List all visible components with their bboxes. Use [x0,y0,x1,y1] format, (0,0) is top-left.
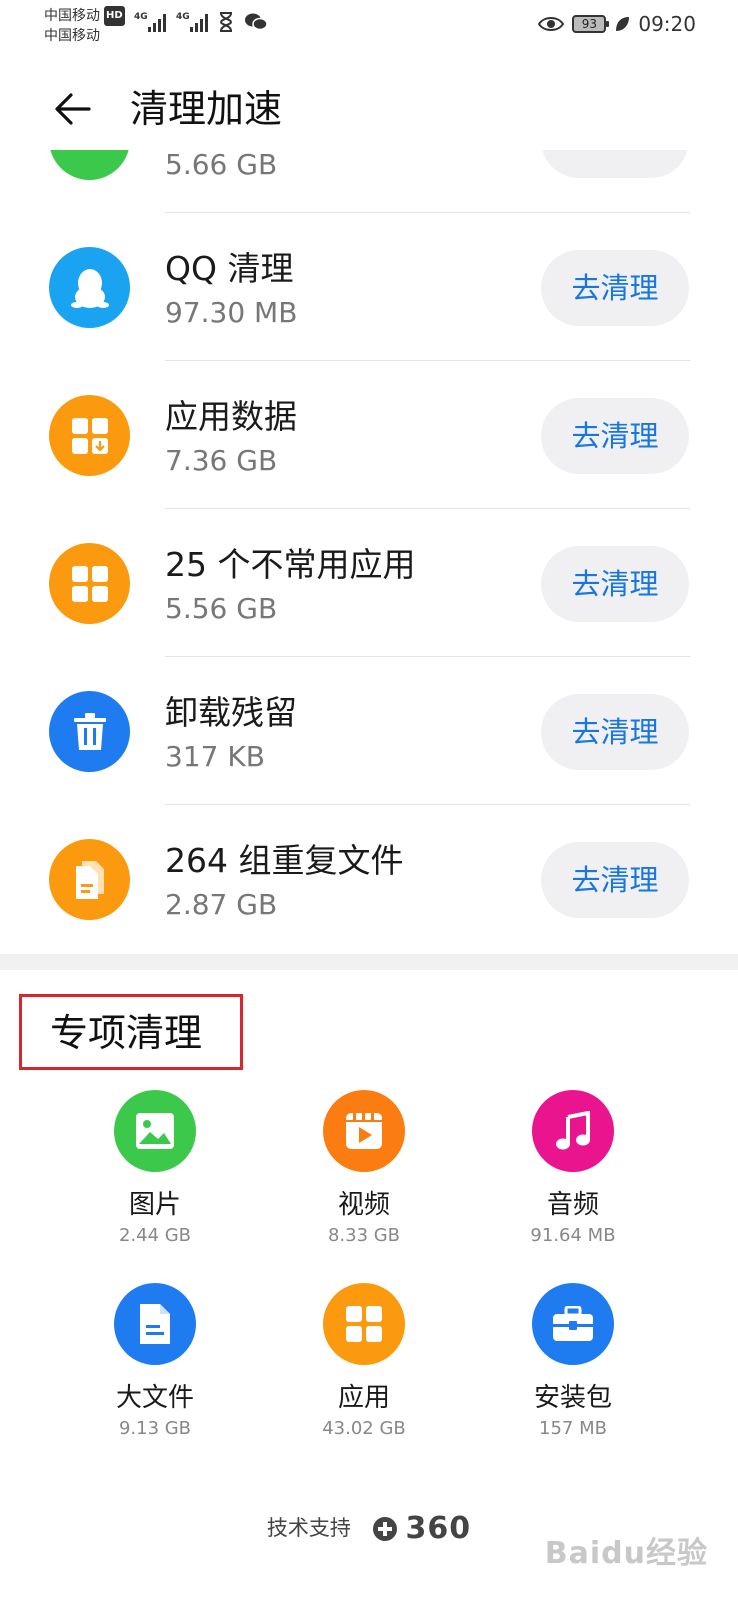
special-item-label: 大文件 [115,1383,194,1413]
clean-item-uninstall-residue[interactable]: 卸载残留 317 KB 去清理 [0,657,738,805]
clean-item-qq[interactable]: QQ 清理 97.30 MB 去清理 [0,213,738,361]
hd-badge: HD [104,6,125,26]
network-type-2: 4G [176,12,190,22]
duplicate-file-icon [49,839,130,920]
qq-penguin-icon [49,247,130,328]
special-item-label: 音频 [546,1190,599,1220]
clean-item-name: 应用数据 [165,397,297,436]
brand-360: 360 [372,1509,472,1549]
hourglass-icon [219,12,233,32]
special-item-large-files[interactable]: 大文件 9.13 GB [55,1283,255,1463]
trash-icon [49,691,130,772]
video-icon [323,1090,405,1172]
watermark: Baidu经验 [544,1536,708,1571]
clock: 09:20 [638,12,696,36]
clean-button-partial[interactable] [541,150,689,178]
image-icon [114,1090,196,1172]
360-logo-icon [372,1517,397,1541]
clean-item-name: 25 个不常用应用 [165,545,416,584]
clean-item-name: 264 组重复文件 [165,841,404,880]
section-separator [0,954,738,970]
clean-item-name: 卸载残留 [165,693,297,732]
support-label: 技术支持 [266,1516,351,1540]
special-item-video[interactable]: 视频 8.33 GB [264,1090,464,1270]
signal-indicators: 4G 4G [134,12,268,32]
leaf-icon [616,17,630,31]
special-item-label: 安装包 [533,1383,612,1413]
battery-icon: 93 [572,15,610,33]
apps-grid-icon [323,1283,405,1365]
special-item-label: 图片 [128,1190,181,1220]
carrier-info: 中国移动 HD 中国移动 [44,6,125,46]
network-type-1: 4G [134,12,148,22]
app-header: 清理加速 [0,70,738,150]
status-right: 93 09:20 [538,12,696,36]
clean-item-size: 5.66 GB [165,150,278,181]
special-item-label: 视频 [337,1190,390,1220]
signal-2-icon: 4G [176,12,208,32]
clean-button-duplicate-files[interactable]: 去清理 [541,842,689,918]
signal-1-icon: 4G [134,12,166,32]
special-item-size: 157 MB [539,1418,607,1439]
special-item-apps[interactable]: 应用 43.02 GB [264,1283,464,1463]
status-bar: 中国移动 HD 中国移动 4G 4G 93 09:20 [0,0,738,50]
toolbox-icon [532,1283,614,1365]
back-button[interactable] [48,84,98,134]
clean-item-partial[interactable]: 5.66 GB [0,150,738,213]
special-item-images[interactable]: 图片 2.44 GB [55,1090,255,1270]
clean-button-qq[interactable]: 去清理 [541,250,689,326]
special-item-size: 2.44 GB [118,1225,192,1246]
brand-name: 360 [405,1511,472,1546]
special-item-audio[interactable]: 音频 91.64 MB [473,1090,673,1270]
wechat-icon [245,13,268,31]
page-title: 清理加速 [130,87,283,131]
arrow-left-icon [55,93,91,125]
carrier-2: 中国移动 [44,28,100,44]
section-title: 专项清理 [50,1011,203,1055]
apps-grid-icon [49,543,130,624]
carrier-1: 中国移动 [44,8,100,24]
special-item-size: 9.13 GB [118,1418,192,1439]
special-item-install-packages[interactable]: 安装包 157 MB [473,1283,673,1463]
clean-item-size: 7.36 GB [165,444,278,477]
special-item-size: 91.64 MB [530,1225,616,1246]
clean-item-app-data[interactable]: 应用数据 7.36 GB 去清理 [0,361,738,509]
eye-icon [538,17,565,31]
clean-item-unused-apps[interactable]: 25 个不常用应用 5.56 GB 去清理 [0,509,738,657]
clean-item-name: QQ 清理 [165,249,294,288]
clean-button-unused-apps[interactable]: 去清理 [541,546,689,622]
document-icon [114,1283,196,1365]
clean-item-size: 5.56 GB [165,592,278,625]
special-item-size: 43.02 GB [322,1418,406,1439]
partial-green-icon [49,150,130,180]
special-item-size: 8.33 GB [327,1225,401,1246]
clean-list[interactable]: 5.66 GB QQ 清理 97.30 MB 去清理 应用数据 7.36 GB … [0,150,738,940]
music-icon [532,1090,614,1172]
clean-item-size: 2.87 GB [165,888,278,921]
clean-item-duplicate-files[interactable]: 264 组重复文件 2.87 GB 去清理 [0,805,738,940]
clean-button-uninstall-residue[interactable]: 去清理 [541,694,689,770]
clean-button-app-data[interactable]: 去清理 [541,398,689,474]
app-data-icon [49,395,130,476]
clean-item-size: 97.30 MB [165,296,298,329]
special-item-label: 应用 [337,1383,390,1413]
clean-item-size: 317 KB [165,740,265,773]
